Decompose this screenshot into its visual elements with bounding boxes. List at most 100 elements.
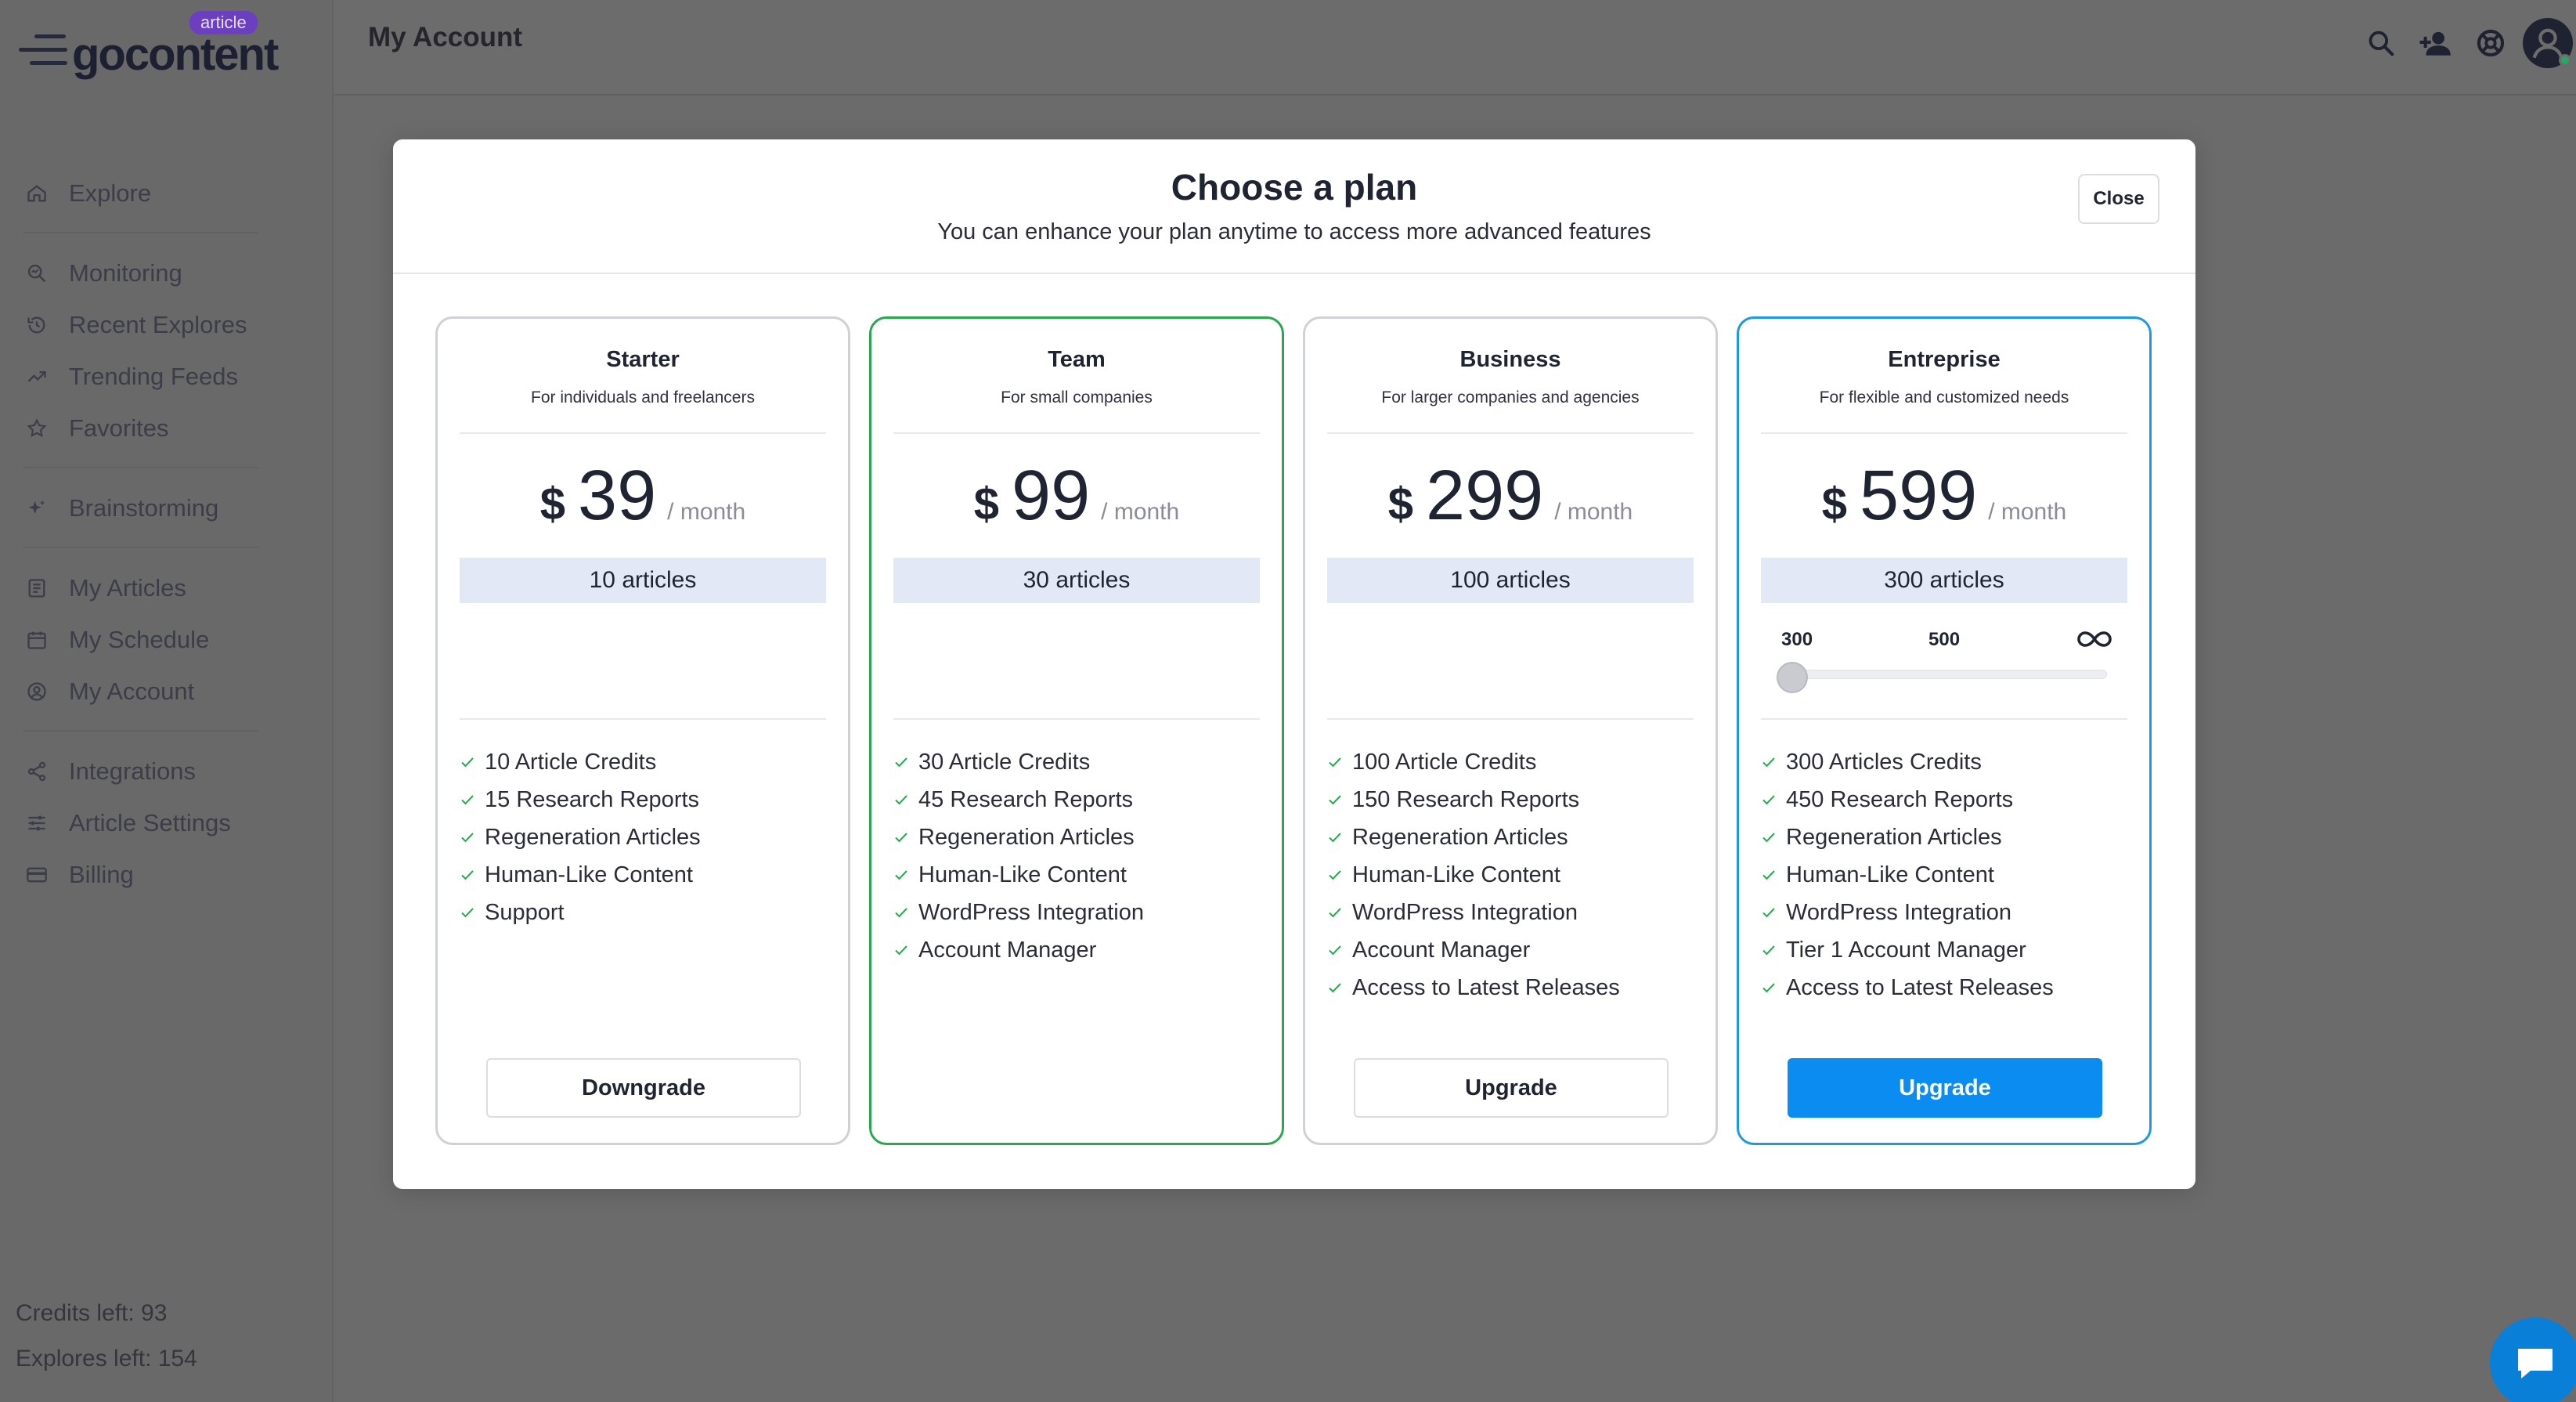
feature-list: 10 Article Credits 15 Research Reports Reg… <box>460 743 701 931</box>
sidebar-item-explore[interactable]: Explore <box>23 168 313 219</box>
feature-text: Access to Latest Releases <box>1352 974 1620 1000</box>
divider <box>893 718 1260 720</box>
plan-card-team: Team For small companies $ 99 / month 30… <box>869 316 1284 1145</box>
feature-text: 10 Article Credits <box>485 749 657 775</box>
sidebar-item-label: Article Settings <box>69 809 231 837</box>
feature-item: Access to Latest Releases <box>1761 969 2054 1006</box>
sidebar-item-trending-feeds[interactable]: Trending Feeds <box>23 351 313 403</box>
currency-symbol: $ <box>1821 479 1848 529</box>
feature-item: WordPress Integration <box>1761 894 2054 931</box>
history-icon <box>23 312 50 338</box>
feature-list: 100 Article Credits 150 Research Reports R… <box>1327 743 1620 1006</box>
monitoring-icon <box>23 260 50 287</box>
avatar[interactable] <box>2523 18 2573 68</box>
sidebar-item-label: Monitoring <box>69 259 182 287</box>
feature-item: WordPress Integration <box>1327 894 1620 931</box>
check-icon <box>1761 869 1777 881</box>
plan-card-starter: Starter For individuals and freelancers … <box>435 316 850 1145</box>
feature-list: 300 Articles Credits 450 Research Reports… <box>1761 743 2054 1006</box>
check-icon <box>1327 944 1343 956</box>
logo[interactable]: gocontent article <box>19 11 285 81</box>
top-bar <box>334 0 2576 96</box>
add-user-icon[interactable] <box>2408 16 2463 70</box>
check-icon <box>893 869 909 881</box>
check-icon <box>1761 981 1777 994</box>
feature-text: Regeneration Articles <box>918 824 1135 850</box>
divider <box>1761 432 2127 434</box>
sidebar-item-article-settings[interactable]: Article Settings <box>23 797 313 849</box>
articles-icon <box>23 575 50 602</box>
sidebar-item-billing[interactable]: Billing <box>23 849 313 901</box>
articles-slider-thumb[interactable] <box>1777 662 1808 693</box>
modal-title: Choose a plan <box>1171 167 1418 208</box>
divider <box>893 432 1260 434</box>
plan-card-business: Business For larger companies and agenci… <box>1303 316 1718 1145</box>
sidebar-item-label: Favorites <box>69 414 169 442</box>
feature-item: Human-Like Content <box>1327 856 1620 894</box>
sidebar: gocontent article Explore Monitoring Recen… <box>0 0 334 1402</box>
sidebar-item-label: My Account <box>69 678 195 705</box>
nav-divider <box>23 232 258 233</box>
sidebar-item-my-schedule[interactable]: My Schedule <box>23 614 313 666</box>
feature-text: Human-Like Content <box>485 862 693 887</box>
check-icon <box>1761 906 1777 919</box>
sidebar-item-label: Recent Explores <box>69 311 247 338</box>
sidebar-item-integrations[interactable]: Integrations <box>23 746 313 797</box>
check-icon <box>1327 793 1343 806</box>
feature-item: Regeneration Articles <box>893 818 1144 856</box>
home-icon <box>23 180 50 207</box>
explores-left: Explores left: 154 <box>16 1346 197 1371</box>
feature-text: Regeneration Articles <box>485 824 701 850</box>
sidebar-item-label: Integrations <box>69 757 196 785</box>
sidebar-item-label: My Schedule <box>69 626 210 653</box>
chat-launcher[interactable] <box>2490 1317 2576 1402</box>
plans: Starter For individuals and freelancers … <box>435 316 2152 1145</box>
check-icon <box>460 831 475 844</box>
star-icon <box>23 415 50 442</box>
feature-item: Tier 1 Account Manager <box>1761 931 2054 969</box>
price-amount: 99 <box>1012 457 1091 535</box>
check-icon <box>893 906 909 919</box>
divider <box>460 432 826 434</box>
sliders-icon <box>23 810 50 837</box>
upgrade-button-business[interactable]: Upgrade <box>1354 1058 1669 1118</box>
sidebar-item-my-account[interactable]: My Account <box>23 666 313 717</box>
price: $ 99 / month <box>871 456 1282 535</box>
feature-item: Human-Like Content <box>1761 856 2054 894</box>
sidebar-item-favorites[interactable]: Favorites <box>23 403 313 454</box>
articles-count: 100 articles <box>1327 558 1694 603</box>
feature-text: Access to Latest Releases <box>1786 974 2054 1000</box>
modal-header: Choose a plan You can enhance your plan … <box>393 139 2195 274</box>
divider <box>460 718 826 720</box>
plan-name: Starter <box>606 347 680 372</box>
account-icon <box>23 678 50 705</box>
sidebar-item-recent-explores[interactable]: Recent Explores <box>23 299 313 351</box>
feature-text: WordPress Integration <box>918 899 1144 925</box>
logo-text: gocontent <box>72 29 279 80</box>
check-icon <box>893 944 909 956</box>
share-icon <box>23 758 50 785</box>
price: $ 39 / month <box>438 456 848 535</box>
plan-description: For small companies <box>1001 388 1153 407</box>
upgrade-button-enterprise[interactable]: Upgrade <box>1788 1058 2102 1118</box>
sidebar-item-monitoring[interactable]: Monitoring <box>23 248 313 299</box>
slider-label-min: 300 <box>1781 629 1813 650</box>
feature-text: Support <box>485 899 565 925</box>
sidebar-item-my-articles[interactable]: My Articles <box>23 562 313 614</box>
feature-item: Access to Latest Releases <box>1327 969 1620 1006</box>
articles-slider-track[interactable] <box>1783 670 2107 679</box>
plan-name: Business <box>1459 347 1561 372</box>
check-icon <box>1327 831 1343 844</box>
close-button[interactable]: Close <box>2078 174 2159 224</box>
sidebar-item-label: Brainstorming <box>69 494 219 522</box>
help-icon[interactable] <box>2463 16 2518 70</box>
check-icon <box>1327 981 1343 994</box>
slider-label-mid: 500 <box>1928 629 1961 650</box>
search-icon[interactable] <box>2354 16 2408 70</box>
feature-item: Human-Like Content <box>893 856 1144 894</box>
check-icon <box>460 906 475 919</box>
sidebar-item-brainstorming[interactable]: Brainstorming <box>23 482 313 534</box>
feature-list: 30 Article Credits 45 Research Reports Reg… <box>893 743 1144 969</box>
downgrade-button[interactable]: Downgrade <box>486 1058 801 1118</box>
check-icon <box>1761 831 1777 844</box>
